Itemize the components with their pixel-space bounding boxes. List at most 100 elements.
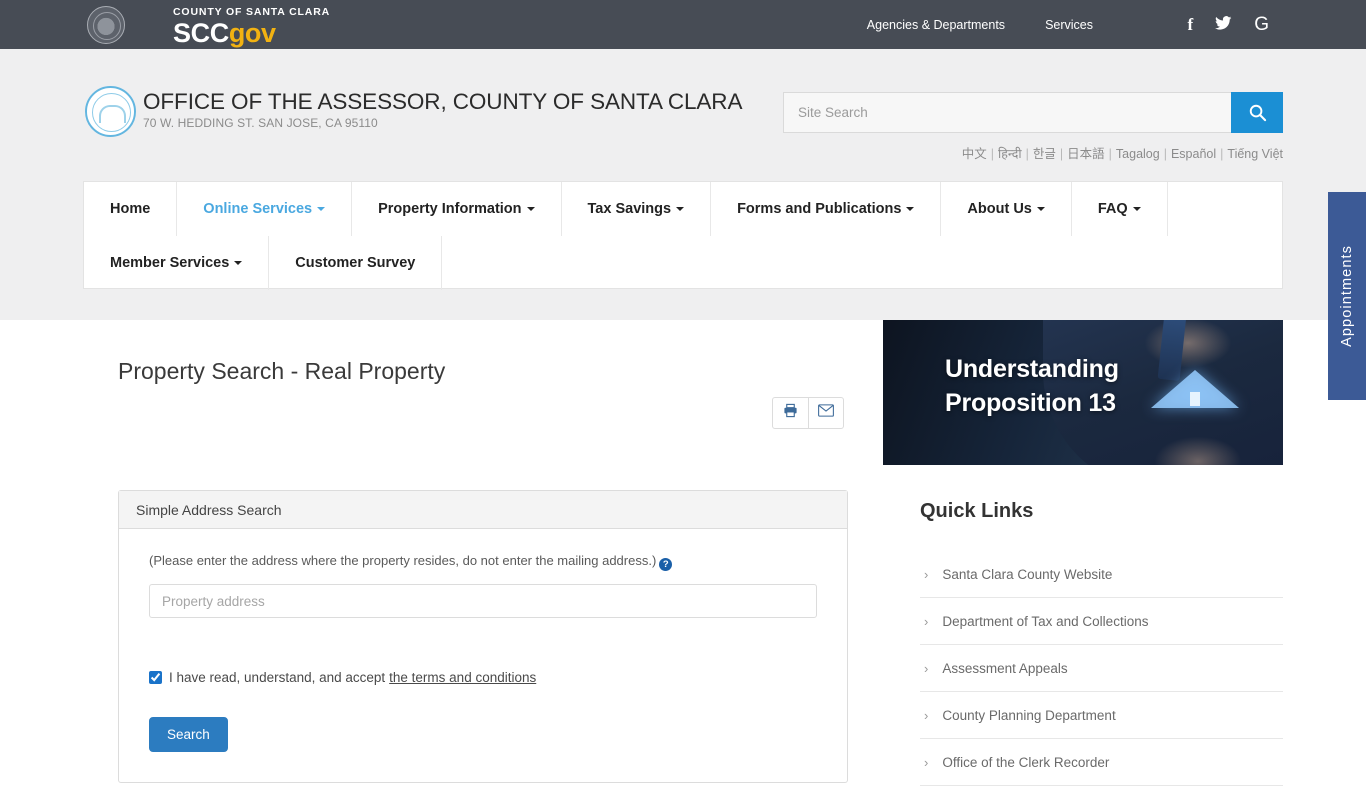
nav-item-about-us[interactable]: About Us — [941, 182, 1072, 236]
facebook-icon[interactable]: f — [1188, 16, 1194, 33]
gov-top-links: Agencies & Departments Services — [867, 0, 1093, 49]
print-button[interactable] — [773, 398, 808, 428]
lang-separator: | — [1220, 147, 1224, 161]
search-icon — [1248, 103, 1267, 122]
lang-separator: | — [990, 147, 995, 161]
search-submit-button[interactable] — [1231, 92, 1283, 133]
language-link-vietnamese[interactable]: Tiếng Việt — [1227, 147, 1283, 161]
nav-item-label: Customer Survey — [295, 255, 416, 271]
site-search — [783, 92, 1283, 133]
terms-text: I have read, understand, and accept — [169, 670, 386, 685]
main-navigation-area: Home Online Services Property Informatio… — [0, 169, 1366, 320]
address-hint-text: (Please enter the address where the prop… — [149, 553, 657, 568]
quick-link-department-of-tax-and-collections[interactable]: › Department of Tax and Collections — [920, 598, 1283, 645]
terms-checkbox[interactable] — [149, 671, 162, 684]
page-actions — [772, 397, 844, 429]
assessor-header: OFFICE OF THE ASSESSOR, COUNTY OF SANTA … — [0, 49, 1366, 169]
appointments-tab[interactable]: Appointments — [1328, 192, 1366, 400]
chevron-right-icon: › — [924, 613, 929, 629]
nav-item-member-services[interactable]: Member Services — [84, 236, 270, 290]
quick-links-section: Quick Links › Santa Clara County Website… — [920, 500, 1283, 786]
property-address-input[interactable] — [149, 584, 817, 618]
language-link-hindi[interactable]: हिन्दी — [998, 147, 1022, 161]
proposition-13-banner[interactable]: Understanding Proposition 13 — [883, 320, 1283, 465]
quick-link-office-of-the-clerk-recorder[interactable]: › Office of the Clerk Recorder — [920, 739, 1283, 786]
google-icon[interactable]: G — [1254, 15, 1269, 34]
panel-header: Simple Address Search — [119, 491, 847, 529]
nav-item-label: Home — [110, 201, 151, 217]
lang-separator: | — [1059, 147, 1064, 161]
terms-and-conditions-link[interactable]: the terms and conditions — [389, 670, 536, 685]
chevron-down-icon — [317, 207, 326, 211]
language-link-japanese[interactable]: 日本語 — [1067, 147, 1105, 161]
language-link-chinese[interactable]: 中文 — [962, 147, 987, 161]
quick-link-label: Assessment Appeals — [942, 660, 1068, 676]
chevron-down-icon — [1132, 207, 1141, 211]
logo-scc: SCC — [173, 18, 229, 48]
sccgov-brand[interactable]: COUNTY OF SANTA CLARA SCCgov — [173, 2, 330, 48]
twitter-icon[interactable] — [1215, 16, 1232, 33]
print-icon — [783, 403, 798, 423]
nav-item-faq[interactable]: FAQ — [1072, 182, 1168, 236]
email-icon — [818, 404, 834, 422]
quick-link-label: Department of Tax and Collections — [942, 613, 1149, 629]
gov-link-services[interactable]: Services — [1045, 18, 1093, 32]
lang-separator: | — [1163, 147, 1167, 161]
quick-link-label: Office of the Clerk Recorder — [942, 754, 1110, 770]
nav-item-label: Online Services — [203, 201, 313, 217]
simple-address-search-panel: Simple Address Search (Please enter the … — [118, 490, 848, 783]
main-navigation: Home Online Services Property Informatio… — [83, 181, 1283, 290]
panel-title: Simple Address Search — [136, 501, 282, 518]
nav-item-property-information[interactable]: Property Information — [352, 182, 562, 236]
assessor-seal-icon — [85, 86, 136, 137]
appointments-tab-label: Appointments — [1339, 245, 1355, 347]
chevron-down-icon — [676, 207, 685, 211]
org-address: 70 W. HEDDING ST. SAN JOSE, CA 95110 — [143, 116, 378, 130]
property-search-button[interactable]: Search — [149, 717, 228, 752]
nav-item-label: About Us — [967, 201, 1032, 217]
nav-item-online-services[interactable]: Online Services — [177, 182, 353, 236]
chevron-right-icon: › — [924, 660, 929, 676]
language-link-spanish[interactable]: Español — [1171, 147, 1216, 161]
page-org-title: OFFICE OF THE ASSESSOR, COUNTY OF SANTA … — [143, 89, 743, 114]
chevron-down-icon — [906, 207, 915, 211]
language-selector: 中文 | हिन्दी | 한글 | 日本語 | Tagalog | Español | Tiếng V… — [962, 143, 1283, 162]
banner-line-1: Understanding — [945, 355, 1119, 383]
nav-item-label: Member Services — [110, 255, 230, 271]
quick-link-label: Santa Clara County Website — [942, 566, 1113, 582]
nav-item-home[interactable]: Home — [84, 182, 178, 236]
chevron-right-icon: › — [924, 707, 929, 723]
nav-item-label: Tax Savings — [587, 201, 672, 217]
gov-link-agencies-departments[interactable]: Agencies & Departments — [867, 18, 1005, 32]
quick-link-assessment-appeals[interactable]: › Assessment Appeals — [920, 645, 1283, 692]
county-top-bar: COUNTY OF SANTA CLARA SCCgov Agencies & … — [0, 0, 1366, 49]
language-link-tagalog[interactable]: Tagalog — [1116, 147, 1160, 161]
help-icon[interactable]: ? — [659, 558, 673, 571]
banner-line-2: Proposition 13 — [945, 389, 1116, 417]
nav-item-tax-savings[interactable]: Tax Savings — [562, 182, 712, 236]
search-input[interactable] — [783, 92, 1231, 133]
nav-item-label: Forms and Publications — [737, 201, 902, 217]
nav-item-label: Property Information — [378, 201, 522, 217]
quick-links-title: Quick Links — [920, 500, 1034, 522]
chevron-right-icon: › — [924, 566, 929, 582]
sccgov-logo: SCCgov — [173, 19, 330, 48]
quick-link-santa-clara-county-website[interactable]: › Santa Clara County Website — [920, 551, 1283, 598]
right-sidebar: Understanding Proposition 13 Quick Links… — [883, 320, 1283, 786]
lang-separator: | — [1108, 147, 1112, 161]
chevron-down-icon — [526, 207, 535, 211]
content-area: Property Search - Real Property Simple A… — [83, 320, 1283, 786]
language-link-korean[interactable]: 한글 — [1033, 147, 1056, 161]
lang-separator: | — [1025, 147, 1029, 161]
email-button[interactable] — [808, 398, 843, 428]
house-icon — [1151, 370, 1239, 408]
nav-item-customer-survey[interactable]: Customer Survey — [269, 236, 443, 290]
logo-gov: gov — [228, 18, 276, 48]
quick-link-county-planning-department[interactable]: › County Planning Department — [920, 692, 1283, 739]
address-hint: (Please enter the address where the prop… — [149, 553, 817, 571]
nav-item-forms-and-publications[interactable]: Forms and Publications — [711, 182, 942, 236]
chevron-down-icon — [234, 261, 243, 265]
county-label: COUNTY OF SANTA CLARA — [173, 6, 331, 18]
panel-body: (Please enter the address where the prop… — [119, 529, 847, 782]
page-title: Property Search - Real Property — [118, 358, 446, 384]
